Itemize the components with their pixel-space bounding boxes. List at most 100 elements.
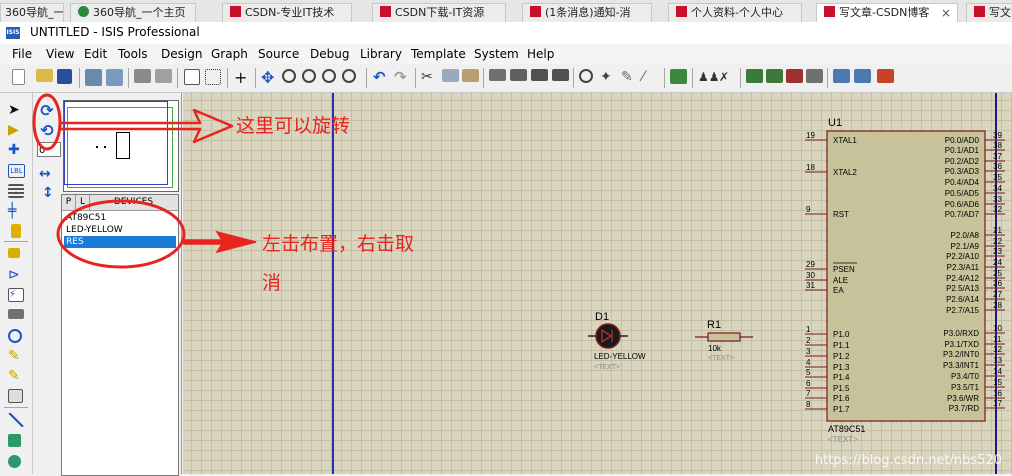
generator-icon[interactable] [8, 329, 22, 343]
mirror-vertical-icon[interactable]: ↕ [42, 185, 54, 201]
pan-icon[interactable]: ✥ [261, 69, 278, 86]
zoom-out-icon[interactable] [302, 69, 316, 83]
u1-pin-name: P2.0/A8 [951, 231, 980, 240]
make-device-icon[interactable]: ✦ [600, 69, 617, 86]
text-script-icon[interactable] [8, 184, 24, 198]
menu-help[interactable]: Help [527, 47, 554, 61]
pick-device-icon[interactable] [579, 69, 593, 83]
electrical-rule-check-icon[interactable] [854, 69, 871, 83]
device-item-res[interactable]: RES [64, 236, 176, 248]
device-item-at89c51[interactable]: AT89C51 [64, 212, 176, 224]
refresh-icon[interactable] [184, 69, 200, 85]
packaging-icon[interactable]: ✎ [621, 69, 638, 86]
device-list[interactable]: P L DEVICES AT89C51 LED-YELLOW RES [61, 194, 179, 476]
browser-tab-active[interactable]: 写文章-CSDN博客 × [816, 3, 958, 22]
block-delete-icon[interactable] [552, 69, 569, 81]
device-item-led-yellow[interactable]: LED-YELLOW [64, 224, 176, 236]
block-copy-icon[interactable] [489, 69, 506, 81]
print-area-icon[interactable] [155, 69, 172, 83]
schematic-canvas[interactable]: U1 19 XTAL1 18 XTAL2 9 RST 29 PSEN 30 ALE 31 EA 1 P1.… [183, 93, 1012, 474]
menu-template[interactable]: Template [411, 47, 466, 61]
remove-sheet-icon[interactable] [786, 69, 803, 83]
bill-of-materials-icon[interactable] [833, 69, 850, 83]
bus-icon[interactable]: ╪ [8, 204, 24, 218]
block-move-icon[interactable] [510, 69, 527, 81]
undo-icon[interactable]: ↶ [373, 69, 390, 86]
line-tool-icon[interactable] [8, 413, 24, 427]
current-probe-icon[interactable]: ✎ [8, 369, 24, 383]
open-folder-icon[interactable] [36, 69, 53, 82]
import-icon[interactable] [85, 69, 102, 86]
menu-debug[interactable]: Debug [310, 47, 349, 61]
block-rotate-icon[interactable] [531, 69, 548, 81]
header-l[interactable]: L [76, 195, 90, 210]
zoom-in-icon[interactable] [282, 69, 296, 83]
redo-icon[interactable]: ↷ [394, 69, 411, 86]
header-devices[interactable]: DEVICES [90, 195, 177, 210]
voltage-probe-icon[interactable]: ✎ [8, 349, 24, 363]
browser-tab[interactable]: (1条消息)通知-消 [522, 3, 652, 22]
browser-tab[interactable]: 360导航_一个主页 [0, 3, 64, 22]
subcircuit-icon[interactable] [11, 224, 21, 238]
browser-tab[interactable]: 360导航_一个主页 [70, 3, 196, 22]
rotate-clockwise-icon[interactable]: ⟳ [38, 102, 56, 120]
device-pin-icon[interactable]: ⊳ [8, 268, 24, 282]
new-sheet-icon[interactable] [746, 69, 763, 83]
overview-window[interactable] [63, 100, 179, 192]
junction-dot-icon[interactable]: ✚ [8, 143, 24, 157]
component-mode-icon[interactable]: ▶ [8, 123, 24, 137]
graph-mode-icon[interactable]: ⚡ [8, 288, 24, 302]
save-icon[interactable] [57, 69, 72, 84]
menu-view[interactable]: View [46, 47, 74, 61]
netlist-to-ares-icon[interactable] [877, 69, 894, 83]
mirror-horizontal-icon[interactable]: ↔ [39, 166, 51, 182]
r1-reference: R1 [707, 319, 721, 331]
menu-system[interactable]: System [474, 47, 519, 61]
terminals-icon[interactable] [8, 248, 20, 258]
circle-tool-icon[interactable] [8, 455, 21, 468]
window-title-bar: ISIS UNTITLED - ISIS Professional [0, 22, 1012, 45]
paste-icon[interactable] [462, 69, 479, 82]
box-tool-icon[interactable] [8, 434, 21, 447]
browser-tab[interactable]: 个人资料-个人中心 [668, 3, 802, 22]
print-icon[interactable] [134, 69, 151, 83]
zoom-area-icon[interactable] [342, 69, 356, 83]
export-icon[interactable] [106, 69, 123, 86]
u1-pin-number: 32 [993, 205, 1002, 214]
selection-mode-icon[interactable]: ➤ [8, 103, 24, 117]
grid-icon[interactable] [205, 69, 221, 85]
wire-autorouter-icon[interactable] [670, 69, 687, 84]
tape-recorder-icon[interactable] [8, 309, 24, 319]
browser-tab[interactable]: CSDN下载-IT资源 [372, 3, 506, 22]
virtual-instrument-icon[interactable] [8, 389, 23, 403]
rotation-angle-field[interactable]: 0 [37, 142, 61, 157]
menu-file[interactable]: File [12, 47, 32, 61]
menu-edit[interactable]: Edit [84, 47, 107, 61]
header-p[interactable]: P [62, 195, 76, 210]
browser-tab-label: 360导航_一个主页 [93, 6, 186, 19]
component-u1[interactable]: U1 19 XTAL1 18 XTAL2 9 RST 29 PSEN 30 ALE 31 EA 1 P1.… [805, 117, 1005, 444]
menu-graph[interactable]: Graph [211, 47, 248, 61]
origin-icon[interactable]: + [234, 69, 251, 86]
copy-icon[interactable] [442, 69, 459, 82]
search-tag-icon[interactable]: ♟♟ [698, 69, 720, 86]
new-file-icon[interactable] [12, 69, 25, 85]
menu-design[interactable]: Design [161, 47, 202, 61]
close-tab-icon[interactable]: × [941, 4, 951, 22]
browser-tab[interactable]: CSDN-专业IT技术 [222, 3, 352, 22]
component-r1[interactable]: R1 10k <TEXT> [695, 319, 753, 362]
d1-text-placeholder: <TEXT> [594, 364, 620, 371]
browser-tab[interactable]: 写文 [966, 3, 1012, 22]
decompose-icon[interactable]: ⁄ [642, 69, 659, 86]
menu-source[interactable]: Source [258, 47, 299, 61]
zoom-all-icon[interactable] [322, 69, 336, 83]
component-d1[interactable]: D1 LED-YELLOW <TEXT> [588, 311, 646, 371]
rotate-anticlockwise-icon[interactable]: ⟲ [38, 122, 56, 140]
menu-library[interactable]: Library [360, 47, 402, 61]
add-sheet-icon[interactable] [766, 69, 783, 83]
exit-to-parent-icon[interactable] [806, 69, 823, 83]
wire-label-icon[interactable]: LBL [8, 164, 25, 178]
menu-tools[interactable]: Tools [118, 47, 148, 61]
cut-icon[interactable]: ✂ [421, 69, 438, 86]
property-tool-icon[interactable]: ✗ [719, 69, 736, 86]
